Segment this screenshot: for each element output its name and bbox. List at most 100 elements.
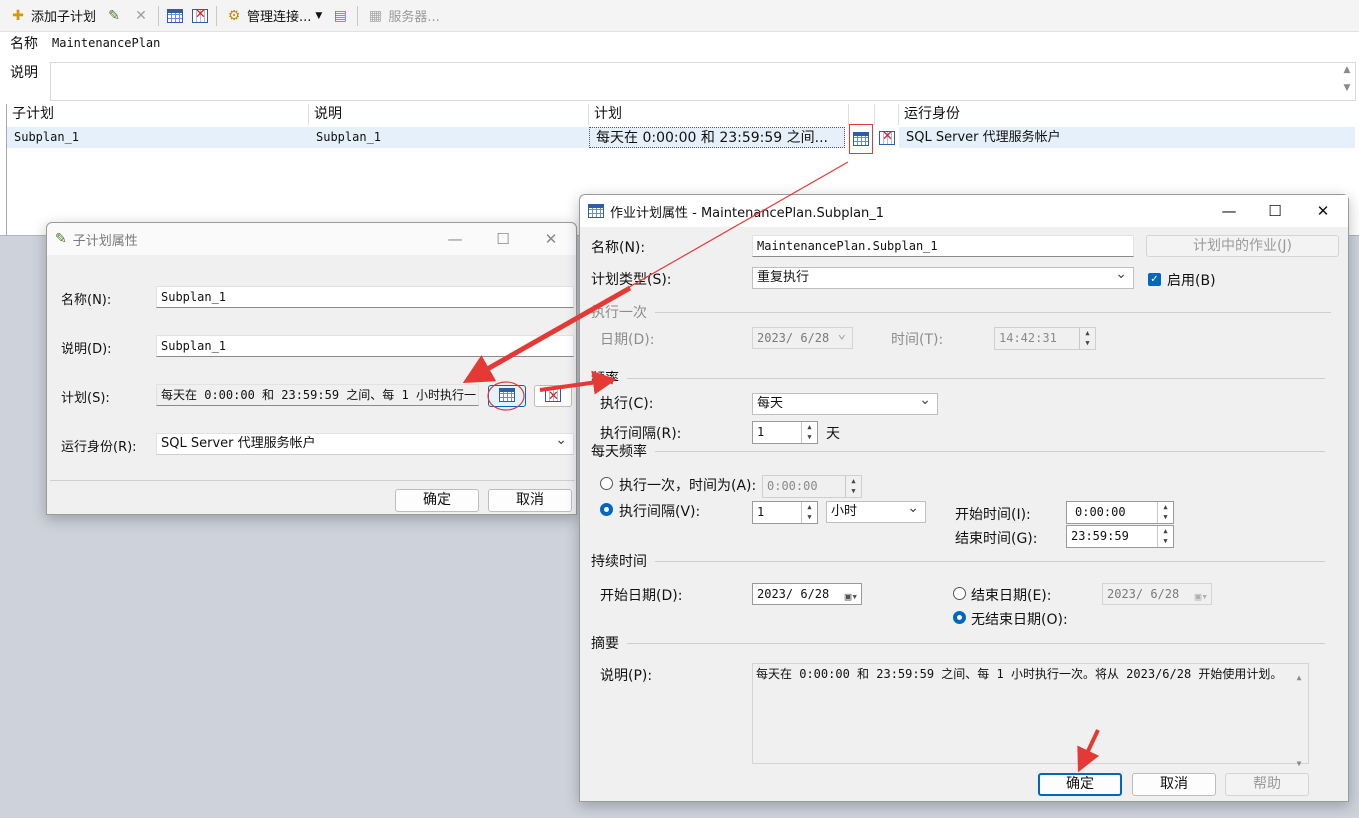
add-subplan-icon: ✚ — [12, 7, 24, 24]
close-button[interactable]: ✕ — [1298, 195, 1348, 227]
grid-header-subplan[interactable]: 子计划 — [7, 104, 309, 125]
schedule-type-label: 计划类型(S): — [591, 272, 672, 288]
occurs-label: 执行(C): — [600, 396, 654, 412]
summary-section: 摘要 — [591, 633, 1325, 653]
subplan-name-input[interactable]: Subplan_1 — [156, 286, 574, 308]
calendar-dropdown-icon[interactable]: ▣▾ — [845, 587, 858, 604]
spinner-arrows[interactable]: ▲ ▼ — [1157, 502, 1173, 523]
enabled-checkbox[interactable]: ✓ — [1148, 273, 1161, 286]
daily-every-unit-select[interactable]: 小时 — [826, 501, 926, 523]
connections-icon: ⚙ — [227, 7, 241, 24]
daily-every-spinner[interactable]: 1 ▲ ▼ — [752, 501, 818, 524]
no-end-date-radio[interactable] — [953, 611, 966, 624]
subplan-properties-dialog: ✎ 子计划属性 — ☐ ✕ 名称(N): Subplan_1 说明(D): Su… — [46, 222, 577, 515]
minimize-button[interactable]: — — [1206, 195, 1252, 227]
once-time-spinner[interactable]: 14:42:31 ▲ ▼ — [994, 327, 1096, 350]
edit-subplan-button[interactable]: ✎ — [102, 4, 126, 28]
job-dialog-title: 作业计划属性 - MaintenancePlan.Subplan_1 — [610, 205, 885, 221]
grid-header-description[interactable]: 说明 — [309, 104, 589, 125]
spinner-arrows[interactable]: ▲ ▼ — [801, 422, 817, 443]
subplan-runas-select[interactable]: SQL Server 代理服务帐户 — [156, 433, 574, 455]
edit-properties-icon: ✎ — [108, 7, 120, 24]
schedule-name-input[interactable]: MaintenancePlan.Subplan_1 — [752, 235, 1134, 257]
schedule-ok-button[interactable]: 确定 — [1038, 773, 1122, 796]
duration-section: 持续时间 — [591, 551, 1325, 571]
plan-name-label: 名称 — [10, 36, 38, 52]
start-time-value: 0:00:00 — [1075, 505, 1126, 519]
servers-label: 服务器... — [388, 10, 440, 25]
start-time-spinner[interactable]: 0:00:00 ▲ ▼ — [1066, 501, 1174, 524]
dialog-divider — [50, 480, 575, 481]
add-subplan-button[interactable]: ✚ 添加子计划 — [6, 4, 99, 28]
logging-button[interactable]: ▤ — [328, 4, 352, 28]
spinner-arrows[interactable]: ▲ ▼ — [845, 476, 861, 497]
desc-scrollbar[interactable]: ▲ ▼ — [1339, 63, 1355, 100]
end-time-value: 23:59:59 — [1071, 529, 1129, 543]
spinner-arrows[interactable]: ▲ ▼ — [1157, 526, 1173, 547]
start-date-picker[interactable]: 2023/ 6/28 ▣▾ — [752, 583, 862, 605]
server-icon: ▦ — [368, 7, 382, 24]
servers-button[interactable]: ▦ 服务器... — [363, 4, 442, 28]
start-date-value: 2023/ 6/28 — [757, 587, 830, 601]
start-date-label: 开始日期(D): — [600, 588, 683, 604]
grid-header-runas[interactable]: 运行身份 — [899, 104, 1355, 125]
daily-once-spinner[interactable]: 0:00:00 ▲ ▼ — [762, 475, 862, 498]
remove-schedule-button[interactable] — [189, 4, 211, 28]
toolbar-separator — [158, 5, 160, 26]
grid-cell-runas[interactable]: SQL Server 代理服务帐户 — [899, 127, 1355, 148]
edit-schedule-button[interactable] — [488, 385, 526, 407]
plan-desc-label: 说明 — [10, 65, 38, 81]
close-button[interactable]: ✕ — [528, 223, 574, 255]
plan-desc-input[interactable]: ▲ ▼ — [50, 62, 1356, 101]
end-date-radio[interactable] — [953, 587, 966, 600]
subplan-desc-input[interactable]: Subplan_1 — [156, 335, 574, 357]
job-schedule-properties-dialog: 作业计划属性 - MaintenancePlan.Subplan_1 — ☐ ✕… — [579, 194, 1349, 802]
end-date-label: 结束日期(E): — [971, 588, 1052, 604]
manage-connections-button[interactable]: ⚙ 管理连接... ▼ — [222, 4, 325, 28]
schedule-type-select[interactable]: 重复执行 — [752, 267, 1134, 289]
delete-icon: ✕ — [135, 7, 147, 24]
daily-once-radio[interactable] — [600, 477, 613, 490]
spinner-arrows[interactable]: ▲ ▼ — [801, 502, 817, 523]
end-time-spinner[interactable]: 23:59:59 ▲ ▼ — [1066, 525, 1174, 548]
daily-every-radio[interactable] — [600, 503, 613, 516]
remove-schedule-button[interactable] — [534, 385, 572, 407]
once-date-picker[interactable]: 2023/ 6/28 — [752, 327, 853, 349]
schedule-name-label: 名称(N): — [591, 240, 646, 256]
subplan-runas-label: 运行身份(R): — [61, 440, 137, 455]
summary-text: 每天在 0:00:00 和 23:59:59 之间、每 1 小时执行一次。将从 … — [756, 667, 1283, 681]
maximize-button[interactable]: ☐ — [480, 223, 526, 255]
remove-schedule-icon — [192, 7, 209, 23]
subplan-cancel-button[interactable]: 取消 — [488, 489, 572, 512]
schedule-cancel-button[interactable]: 取消 — [1132, 773, 1216, 796]
daily-once-label: 执行一次，时间为(A): — [619, 478, 757, 494]
summary-textbox[interactable]: 每天在 0:00:00 和 23:59:59 之间、每 1 小时执行一次。将从 … — [752, 663, 1309, 768]
once-time-label: 时间(T): — [891, 332, 944, 348]
schedule-help-button[interactable]: 帮助 — [1225, 773, 1309, 796]
grid-header-schedule[interactable]: 计划 — [589, 104, 849, 125]
subplan-dialog-title: 子计划属性 — [72, 233, 138, 249]
grid-cell-subplan[interactable]: Subplan_1 — [7, 127, 309, 148]
chevron-down-icon: ▼ — [315, 10, 323, 21]
summary-scrollbar[interactable]: ▲ ▼ — [1290, 664, 1308, 768]
minimize-button[interactable]: — — [432, 223, 478, 255]
grid-remove-schedule-button[interactable] — [876, 128, 898, 148]
add-subplan-label: 添加子计划 — [31, 10, 97, 25]
grid-schedule-button[interactable] — [849, 124, 873, 154]
subplan-ok-button[interactable]: 确定 — [395, 489, 479, 512]
subplan-schedule-button[interactable] — [164, 4, 186, 28]
maximize-button[interactable]: ☐ — [1252, 195, 1298, 227]
grid-cell-schedule[interactable]: 每天在 0:00:00 和 23:59:59 之间... — [589, 127, 845, 148]
once-time-value: 14:42:31 — [999, 331, 1057, 345]
calendar-icon — [167, 8, 184, 23]
daily-every-label: 执行间隔(V): — [619, 504, 701, 520]
delete-subplan-button[interactable]: ✕ — [129, 4, 153, 28]
calendar-icon — [853, 132, 869, 146]
grid-cell-description[interactable]: Subplan_1 — [309, 127, 589, 148]
plan-name-value[interactable]: MaintenancePlan — [52, 36, 160, 50]
end-date-picker[interactable]: 2023/ 6/28 ▣▾ — [1102, 583, 1212, 605]
spinner-arrows[interactable]: ▲ ▼ — [1079, 328, 1095, 349]
calendar-dropdown-icon[interactable]: ▣▾ — [1195, 587, 1208, 604]
jobs-in-schedule-button[interactable]: 计划中的作业(J) — [1146, 235, 1339, 257]
occurs-select[interactable]: 每天 — [752, 393, 938, 415]
